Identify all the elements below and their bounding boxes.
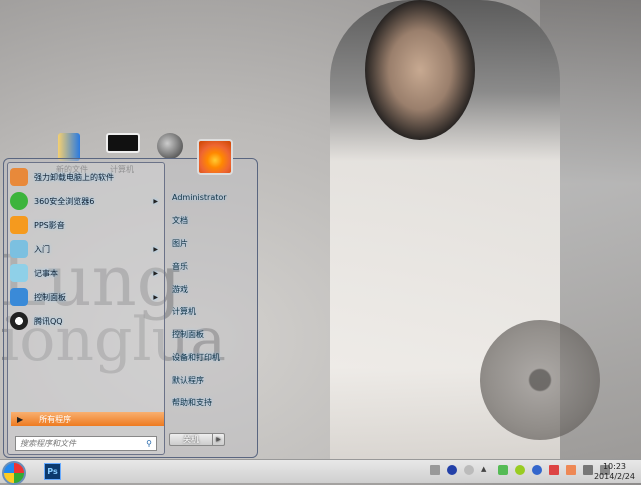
- taskbar: Ps ▲ 10:23 2014/2/24: [0, 459, 641, 485]
- submenu-arrow-icon[interactable]: ▶: [153, 246, 158, 253]
- getting-started-icon: [10, 240, 28, 258]
- menu-link-pictures[interactable]: 图片: [172, 238, 188, 249]
- menu-link-default-programs[interactable]: 默认程序: [172, 375, 204, 386]
- shutdown-label: 关机: [183, 435, 199, 444]
- program-label: 控制面板: [34, 292, 66, 302]
- wallpaper-head: [365, 0, 475, 140]
- start-button[interactable]: [2, 461, 26, 485]
- notepad-icon: [10, 264, 28, 282]
- program-item[interactable]: 强力卸载电脑上的软件: [10, 165, 162, 189]
- submenu-arrow-icon[interactable]: ▶: [153, 270, 158, 277]
- submenu-arrow-icon[interactable]: ▶: [153, 198, 158, 205]
- triangle-icon: ▶: [17, 414, 24, 424]
- menu-link-control-panel[interactable]: 控制面板: [172, 329, 204, 340]
- program-item[interactable]: PPS影音: [10, 213, 162, 237]
- program-item[interactable]: 入门 ▶: [10, 237, 162, 261]
- menu-link-music[interactable]: 音乐: [172, 261, 188, 272]
- qq-icon: [10, 312, 28, 330]
- menu-link-devices-printers[interactable]: 设备和打印机: [172, 352, 220, 363]
- program-label: 360安全浏览器6: [34, 196, 95, 206]
- program-label: 强力卸载电脑上的软件: [34, 172, 114, 182]
- display-icon[interactable]: [583, 465, 593, 475]
- uninstall-icon: [10, 168, 28, 186]
- 360-browser-icon: [10, 192, 28, 210]
- control-panel-icon: [10, 288, 28, 306]
- program-label: PPS影音: [34, 220, 65, 230]
- menu-link-computer[interactable]: 计算机: [172, 306, 196, 317]
- program-list: 强力卸载电脑上的软件 360安全浏览器6 ▶ PPS影音 入门 ▶ 记事本 ▶ 控制面…: [7, 162, 165, 455]
- search-input[interactable]: 搜索程序和文件 ⚲: [15, 436, 157, 451]
- 360-icon[interactable]: [515, 465, 525, 475]
- menu-link-help[interactable]: 帮助和支持: [172, 397, 212, 408]
- security-shield-icon[interactable]: [498, 465, 508, 475]
- program-item[interactable]: 记事本 ▶: [10, 261, 162, 285]
- clock-date: 2014/2/24: [593, 472, 635, 481]
- pps-icon: [10, 216, 28, 234]
- user-status-icon[interactable]: [566, 465, 576, 475]
- sync-icon[interactable]: [464, 465, 474, 475]
- user-picture[interactable]: [197, 139, 233, 175]
- photoshop-icon[interactable]: Ps: [44, 463, 61, 480]
- clock-time: 10:23: [602, 462, 627, 471]
- network-folder-icon[interactable]: [430, 465, 440, 475]
- program-item[interactable]: 360安全浏览器6 ▶: [10, 189, 162, 213]
- program-item[interactable]: 控制面板 ▶: [10, 285, 162, 309]
- search-placeholder: 搜索程序和文件: [20, 439, 76, 448]
- menu-link-documents[interactable]: 文档: [172, 215, 188, 226]
- shutdown-options-arrow-icon[interactable]: ▶: [212, 434, 224, 445]
- clock[interactable]: 10:23 2014/2/24: [594, 462, 635, 482]
- show-hidden-icons-icon[interactable]: ▲: [481, 465, 491, 475]
- menu-link-user[interactable]: Administrator: [172, 193, 227, 202]
- system-tray: ▲: [430, 465, 610, 475]
- program-item[interactable]: 腾讯QQ: [10, 309, 162, 333]
- all-programs-label: 所有程序: [39, 414, 72, 424]
- program-label: 记事本: [34, 268, 58, 278]
- submenu-arrow-icon[interactable]: ▶: [153, 294, 158, 301]
- all-programs-button[interactable]: ▶ 所有程序: [11, 412, 164, 426]
- wallpaper-guitar: [480, 320, 600, 440]
- network-error-icon[interactable]: [549, 465, 559, 475]
- folder-icon[interactable]: [58, 133, 80, 161]
- program-label: 入门: [34, 244, 50, 254]
- browser-icon[interactable]: [532, 465, 542, 475]
- help-icon[interactable]: [447, 465, 457, 475]
- shutdown-button[interactable]: 关机 ▶: [169, 433, 225, 446]
- globe-icon[interactable]: [157, 133, 183, 159]
- program-label: 腾讯QQ: [34, 316, 63, 326]
- start-menu: 强力卸载电脑上的软件 360安全浏览器6 ▶ PPS影音 入门 ▶ 记事本 ▶ 控制面…: [3, 139, 258, 458]
- computer-icon[interactable]: [106, 133, 140, 153]
- search-icon[interactable]: ⚲: [146, 439, 152, 448]
- menu-link-games[interactable]: 游戏: [172, 284, 188, 295]
